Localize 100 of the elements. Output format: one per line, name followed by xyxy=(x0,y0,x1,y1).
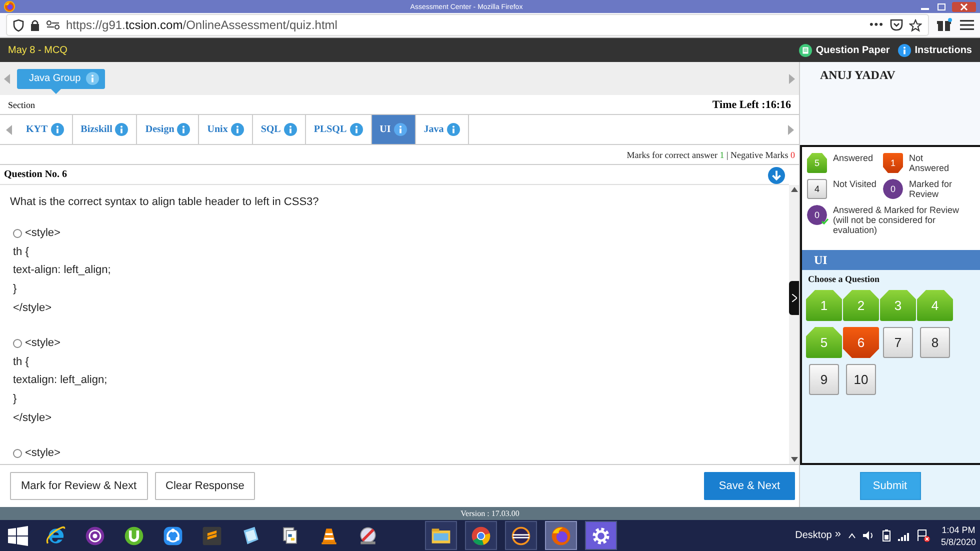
clear-response-button[interactable]: Clear Response xyxy=(154,472,256,500)
code-line: } xyxy=(13,393,17,406)
marks-info: Marks for correct answer 1 | Negative Marks 0 xyxy=(626,150,795,160)
code-line: </style> xyxy=(13,302,52,314)
header-link[interactable]: Question Paper xyxy=(798,44,890,56)
close-icon[interactable] xyxy=(952,2,976,12)
share-icon[interactable] xyxy=(162,524,184,546)
shield-icon xyxy=(13,18,24,32)
chrome-icon[interactable] xyxy=(470,524,492,546)
permissions-icon xyxy=(46,20,60,30)
question-button[interactable]: 4 xyxy=(917,290,953,321)
question-button[interactable]: 7 xyxy=(883,327,913,358)
question-button[interactable]: 5 xyxy=(806,327,842,358)
address-bar[interactable]: https://g91.tcsion.com/OnlineAssessment/quiz.html ••• xyxy=(6,14,929,36)
firefox-icon[interactable] xyxy=(550,524,572,546)
star-icon[interactable] xyxy=(909,18,922,32)
battery-icon[interactable] xyxy=(882,529,891,542)
candidate-name: ANUJ YADAV xyxy=(820,68,896,82)
browser-icon[interactable] xyxy=(45,524,67,546)
torrent-icon[interactable] xyxy=(123,524,145,546)
page-actions-button[interactable]: ••• xyxy=(869,19,884,31)
code-line: </style> xyxy=(13,412,52,424)
info-icon xyxy=(115,123,128,136)
info-icon xyxy=(284,123,297,136)
gift-icon[interactable] xyxy=(937,18,952,32)
windows-start-icon[interactable] xyxy=(8,526,28,546)
mark-review-button[interactable]: Mark for Review & Next xyxy=(10,472,148,500)
section-tab[interactable]: Java xyxy=(416,115,469,144)
taskbar-app-button[interactable] xyxy=(585,521,617,550)
section-name: UI xyxy=(814,252,828,268)
code-line: } xyxy=(13,283,17,296)
question-number: Question No. 6 xyxy=(4,169,68,180)
scroll-down-icon[interactable] xyxy=(768,167,785,184)
section-tab[interactable]: KYT xyxy=(18,115,73,144)
check-icon xyxy=(821,218,829,225)
info-icon xyxy=(86,72,99,85)
option-radio[interactable] xyxy=(13,338,22,348)
document-icon xyxy=(798,44,812,56)
question-button[interactable]: 3 xyxy=(880,290,916,321)
onion-icon[interactable] xyxy=(84,524,106,546)
collapse-handle[interactable] xyxy=(789,281,799,315)
status-badge: 0 xyxy=(883,179,903,199)
section-tab[interactable]: UI xyxy=(372,115,416,144)
section-tab[interactable]: Unix xyxy=(199,115,253,144)
version-text: Version : 17.03.00 xyxy=(460,509,520,518)
submit-button[interactable]: Submit xyxy=(860,472,920,500)
clock[interactable]: 1:04 PM 5/8/2020 xyxy=(940,524,976,548)
signal-icon[interactable] xyxy=(898,530,910,540)
option-radio[interactable] xyxy=(13,228,22,238)
question-button[interactable]: 10 xyxy=(846,364,876,395)
scroll-down-arrow-icon[interactable] xyxy=(790,457,798,462)
option-radio[interactable] xyxy=(13,448,22,458)
info-icon xyxy=(898,44,911,56)
code-line: th { xyxy=(13,246,29,258)
time-left: Time Left :16:16 xyxy=(712,98,791,110)
question-button[interactable]: 2 xyxy=(843,290,879,321)
firefox-icon[interactable] xyxy=(4,1,15,12)
speaker-icon[interactable] xyxy=(862,530,875,541)
toolbar-expand-button[interactable]: » xyxy=(834,528,841,540)
legend-label: Not Answered xyxy=(909,153,950,173)
question-button[interactable]: 9 xyxy=(809,364,839,395)
scroll-up-arrow-icon[interactable] xyxy=(790,187,798,192)
legend-label: Answered xyxy=(833,153,874,163)
status-badge: 0 xyxy=(807,205,827,225)
info-icon xyxy=(446,123,460,136)
save-next-button[interactable]: Save & Next xyxy=(704,472,795,500)
caret-up-icon[interactable] xyxy=(848,532,856,538)
question-button[interactable]: 8 xyxy=(920,327,950,358)
section-tab[interactable]: PLSQL xyxy=(306,115,372,144)
taskbar-app-button[interactable] xyxy=(425,521,457,550)
code-line: textalign: left_align; xyxy=(13,374,108,386)
code-line: <style> xyxy=(25,447,60,460)
section-tab[interactable]: SQL xyxy=(252,115,306,144)
eclipse-icon[interactable] xyxy=(510,524,532,546)
info-icon xyxy=(350,123,363,136)
desktop-toolbar-label[interactable]: Desktop xyxy=(795,530,832,541)
url-text: https://g91.tcsion.com/OnlineAssessment/quiz.html xyxy=(66,18,338,32)
info-icon xyxy=(230,123,244,136)
section-tab[interactable]: Bizskill xyxy=(72,115,138,144)
exam-title: May 8 - MCQ xyxy=(8,44,68,56)
status-badge: 1 xyxy=(883,153,903,173)
lock-icon xyxy=(30,19,40,31)
status-badge: 4 xyxy=(807,179,827,199)
flag-icon[interactable] xyxy=(916,529,930,542)
legend-label: Not Visited xyxy=(833,179,876,189)
section-label: Section xyxy=(8,100,35,110)
section-tab[interactable]: Design xyxy=(137,115,200,144)
taskbar-app-button[interactable] xyxy=(505,521,537,550)
question-text: What is the correct syntax to align table header to left in CSS3? xyxy=(10,196,320,208)
info-icon xyxy=(50,123,64,136)
question-button[interactable]: 6 xyxy=(843,327,879,358)
pocket-icon[interactable] xyxy=(890,19,903,31)
taskbar-app-button[interactable] xyxy=(465,521,497,550)
editor-icon[interactable] xyxy=(201,524,223,546)
disc-icon[interactable] xyxy=(357,524,379,546)
code-line: <style> xyxy=(25,337,60,350)
question-button[interactable]: 1 xyxy=(806,290,842,321)
menu-icon[interactable] xyxy=(960,19,974,31)
header-link[interactable]: Instructions xyxy=(898,44,972,56)
code-line: th { xyxy=(13,356,29,368)
